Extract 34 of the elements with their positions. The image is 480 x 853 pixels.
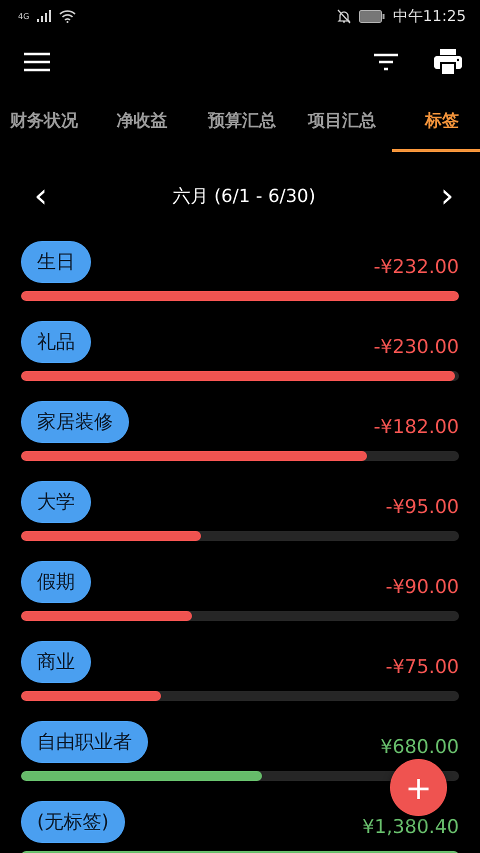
wifi-icon (59, 10, 76, 22)
tag-chip[interactable]: 商业 (21, 641, 91, 683)
amount-label: ¥1,380.40 (362, 816, 459, 838)
amount-label: -¥75.00 (386, 656, 459, 678)
network-label: 4G (18, 12, 30, 20)
amount-label: -¥182.00 (374, 416, 459, 438)
bell-off-icon (336, 8, 351, 24)
tab[interactable]: 财务状况 (0, 92, 92, 152)
amount-label: ¥680.00 (380, 736, 459, 758)
tab[interactable]: 预算汇总 (192, 92, 292, 152)
tab[interactable]: 净收益 (92, 92, 192, 152)
period-label: 六月 (6/1 - 6/30) (172, 185, 316, 208)
tag-chip[interactable]: 自由职业者 (21, 721, 148, 763)
filter-icon[interactable] (374, 53, 398, 71)
clock-time: 中午11:25 (392, 6, 466, 26)
battery-icon (358, 10, 385, 22)
tag-chip[interactable]: 礼品 (21, 321, 91, 363)
tab[interactable]: 标签 (392, 92, 480, 152)
tag-chip[interactable]: 大学 (21, 481, 91, 523)
amount-label: -¥90.00 (386, 576, 459, 598)
previous-button[interactable]: ‹ (28, 179, 54, 213)
menu-icon[interactable] (24, 52, 50, 72)
printer-icon[interactable] (434, 49, 462, 75)
amount-label: -¥232.00 (374, 256, 459, 278)
tag-chip[interactable]: 生日 (21, 241, 91, 283)
amount-label: -¥230.00 (374, 336, 459, 358)
tag-chip[interactable]: 家居装修 (21, 401, 129, 443)
tag-chip[interactable]: (无标签) (21, 801, 125, 843)
add-button[interactable]: + (390, 759, 447, 816)
tab[interactable]: 项目汇总 (292, 92, 392, 152)
next-button[interactable]: › (434, 179, 460, 213)
signal-icon (37, 10, 52, 22)
amount-label: -¥95.00 (386, 496, 459, 518)
tag-chip[interactable]: 假期 (21, 561, 91, 603)
